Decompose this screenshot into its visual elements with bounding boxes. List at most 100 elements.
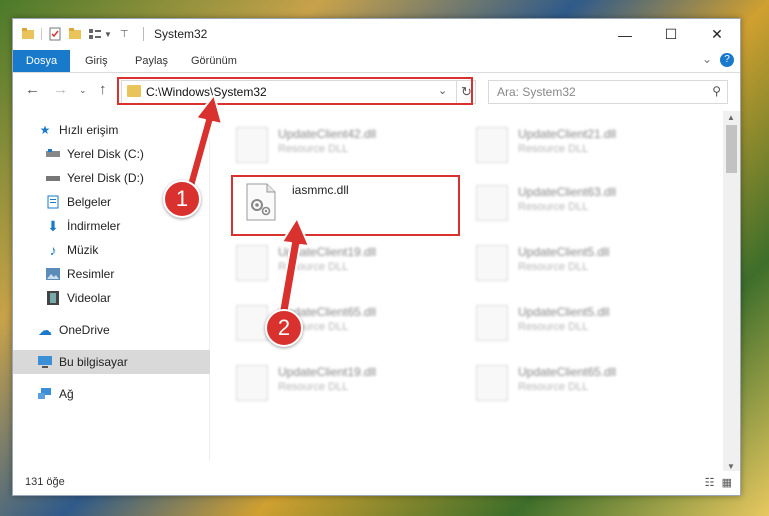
sidebar-item-label: Hızlı erişim bbox=[59, 123, 119, 137]
tab-paylas[interactable]: Paylaş bbox=[125, 50, 178, 72]
file-highlight bbox=[231, 175, 460, 236]
sidebar-item-music[interactable]: ♪ Müzik 📌 bbox=[13, 238, 239, 262]
sidebar-item-onedrive[interactable]: ☁ OneDrive bbox=[13, 318, 231, 342]
vertical-scrollbar[interactable]: ▲ ▼ bbox=[723, 111, 740, 473]
help-icon[interactable]: ? bbox=[720, 53, 734, 67]
folder-icon[interactable] bbox=[21, 27, 35, 41]
dll-file-icon bbox=[476, 185, 508, 221]
step-badge-1: 1 bbox=[163, 180, 201, 218]
dll-file-icon bbox=[236, 127, 268, 163]
search-icon[interactable]: ⚲ bbox=[712, 84, 721, 98]
ribbon-tabs: Dosya Giriş Paylaş Görünüm ⌄ ? bbox=[13, 50, 740, 73]
file-item[interactable]: UpdateClient65.dll Resource DLL bbox=[470, 357, 690, 407]
quick-access-toolbar: ▼ ⊤ bbox=[21, 25, 129, 43]
dll-file-icon bbox=[476, 245, 508, 281]
file-description: Resource DLL bbox=[518, 261, 589, 273]
sidebar-item-pictures[interactable]: Resimler 📌 bbox=[13, 262, 239, 286]
dll-file-icon bbox=[236, 305, 268, 341]
file-item[interactable]: UpdateClient65.dll Resource DLL bbox=[230, 297, 450, 347]
documents-icon bbox=[45, 194, 61, 210]
file-item[interactable]: UpdateClient63.dll Resource DLL bbox=[470, 177, 690, 227]
sidebar-item-label: Yerel Disk (C:) bbox=[67, 147, 144, 161]
sidebar-item-quick-access[interactable]: ★ Hızlı erişim bbox=[13, 118, 231, 142]
file-item[interactable]: UpdateClient19.dll Resource DLL bbox=[230, 357, 450, 407]
file-description: Resource DLL bbox=[518, 201, 589, 213]
file-description: Resource DLL bbox=[518, 381, 589, 393]
download-icon: ⬇ bbox=[47, 217, 59, 234]
sidebar-item-label: Yerel Disk (D:) bbox=[67, 171, 144, 185]
tab-dosya[interactable]: Dosya bbox=[13, 50, 70, 72]
file-description: Resource DLL bbox=[278, 261, 349, 273]
dll-file-icon bbox=[476, 365, 508, 401]
tab-gorunum[interactable]: Görünüm bbox=[181, 50, 247, 72]
scroll-down-icon[interactable]: ▼ bbox=[727, 462, 735, 471]
scrollbar-thumb[interactable] bbox=[726, 125, 737, 173]
network-icon bbox=[37, 386, 53, 402]
window-title: System32 bbox=[154, 27, 208, 41]
maximize-button[interactable]: ☐ bbox=[648, 19, 694, 50]
drive-icon bbox=[45, 146, 61, 162]
file-item[interactable]: UpdateClient5.dll Resource DLL bbox=[470, 237, 690, 287]
ribbon-expand-icon[interactable]: ⌄ bbox=[702, 52, 712, 66]
file-name: UpdateClient63.dll bbox=[518, 185, 617, 199]
tab-giris[interactable]: Giriş bbox=[75, 50, 118, 72]
sidebar-item-label: Ağ bbox=[59, 387, 74, 401]
file-description: Resource DLL bbox=[278, 381, 349, 393]
computer-icon bbox=[37, 354, 53, 370]
file-name: UpdateClient42.dll bbox=[278, 127, 377, 141]
item-count: 131 öğe bbox=[25, 476, 65, 488]
search-input[interactable]: Ara: System32 bbox=[497, 85, 576, 99]
file-name: UpdateClient19.dll bbox=[278, 245, 377, 259]
view-list-icon[interactable] bbox=[88, 27, 102, 41]
customize-toolbar-icon[interactable]: ⊤ bbox=[120, 29, 129, 40]
address-bar-highlight bbox=[117, 77, 473, 105]
file-item[interactable]: UpdateClient19.dll Resource DLL bbox=[230, 237, 450, 287]
qa-divider bbox=[41, 28, 42, 40]
sidebar-item-label: Müzik bbox=[67, 243, 99, 257]
minimize-button[interactable]: — bbox=[602, 19, 648, 50]
scroll-up-icon[interactable]: ▲ bbox=[727, 113, 735, 122]
music-icon: ♪ bbox=[49, 242, 57, 258]
step-badge-2: 2 bbox=[265, 309, 303, 347]
search-box[interactable]: Ara: System32 ⚲ bbox=[488, 80, 728, 104]
sidebar-item-videos[interactable]: Videolar 📌 bbox=[13, 286, 239, 310]
close-button[interactable]: ✕ bbox=[694, 19, 740, 50]
dll-file-icon bbox=[476, 127, 508, 163]
new-folder-icon[interactable] bbox=[68, 27, 82, 41]
dll-file-icon bbox=[236, 365, 268, 401]
sidebar-item-documents[interactable]: Belgeler 📌 bbox=[13, 190, 239, 214]
sidebar-item-disk-c[interactable]: Yerel Disk (C:) bbox=[13, 142, 239, 166]
file-name: UpdateClient65.dll bbox=[518, 365, 617, 379]
large-icons-view-icon[interactable]: ▦ bbox=[722, 477, 732, 489]
sidebar-item-network[interactable]: Ağ bbox=[13, 382, 231, 406]
sidebar-item-label: OneDrive bbox=[59, 323, 110, 337]
file-item[interactable]: UpdateClient42.dll Resource DLL bbox=[230, 119, 450, 169]
file-name: UpdateClient5.dll bbox=[518, 305, 610, 319]
file-description: Resource DLL bbox=[278, 143, 349, 155]
title-divider bbox=[143, 27, 144, 41]
details-view-icon[interactable]: ☷ bbox=[705, 477, 715, 489]
chevron-down-icon[interactable]: ▼ bbox=[104, 30, 112, 39]
view-toggle: ☷ ▦ bbox=[705, 476, 732, 489]
pictures-icon bbox=[45, 266, 61, 282]
file-name: UpdateClient19.dll bbox=[278, 365, 377, 379]
properties-icon[interactable] bbox=[48, 27, 62, 41]
drive-icon bbox=[45, 170, 61, 186]
file-description: Resource DLL bbox=[518, 321, 589, 333]
dll-file-icon bbox=[236, 245, 268, 281]
sidebar-item-label: Resimler bbox=[67, 267, 115, 281]
file-item[interactable]: UpdateClient5.dll Resource DLL bbox=[470, 297, 690, 347]
video-icon bbox=[45, 290, 61, 306]
recent-locations-icon[interactable]: ⌄ bbox=[79, 85, 87, 96]
file-name: UpdateClient5.dll bbox=[518, 245, 610, 259]
back-button[interactable]: ← bbox=[25, 81, 40, 98]
file-item[interactable]: UpdateClient21.dll Resource DLL bbox=[470, 119, 690, 169]
sidebar-item-downloads[interactable]: ⬇ İndirmeler 📌 bbox=[13, 214, 239, 238]
forward-button[interactable]: → bbox=[53, 81, 68, 98]
file-list: UpdateClient42.dll Resource DLL UpdateCl… bbox=[210, 111, 723, 461]
up-button[interactable]: ↑ bbox=[99, 81, 107, 98]
sidebar-item-disk-d[interactable]: Yerel Disk (D:) bbox=[13, 166, 239, 190]
title-bar: ▼ ⊤ System32 — ☐ ✕ bbox=[13, 19, 740, 50]
sidebar-item-this-pc[interactable]: Bu bilgisayar bbox=[13, 350, 231, 374]
file-description: Resource DLL bbox=[518, 143, 589, 155]
